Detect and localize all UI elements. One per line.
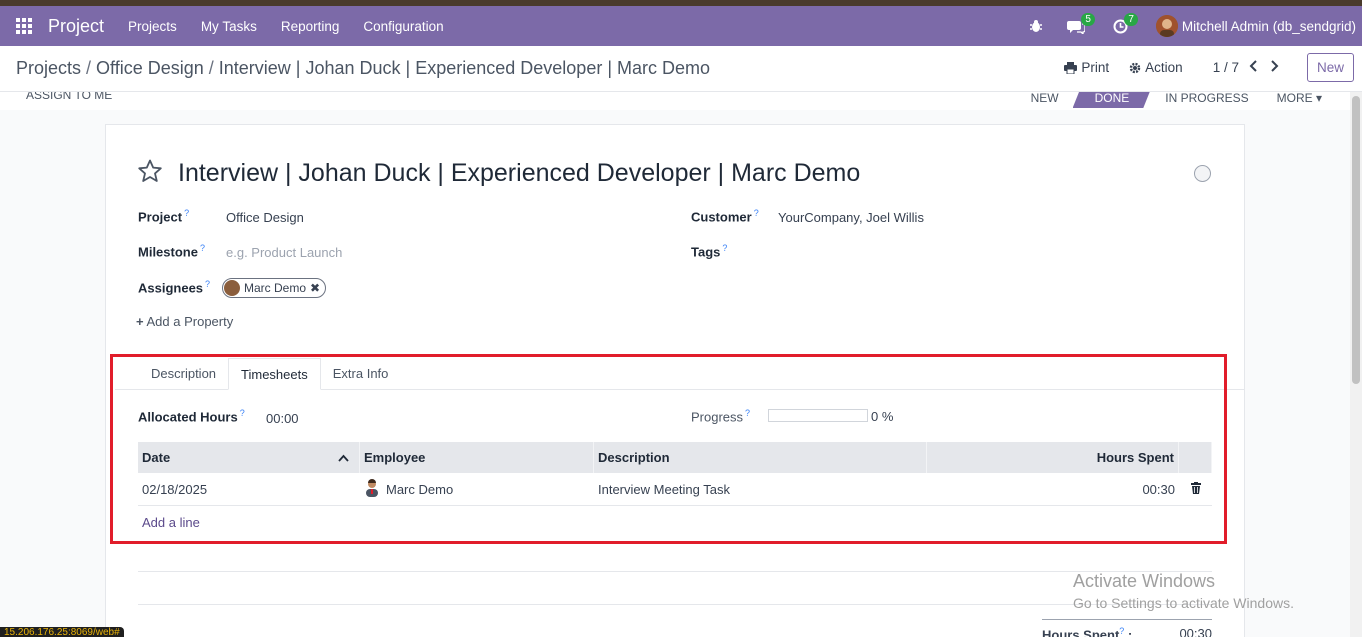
assignee-avatar	[224, 280, 240, 296]
stage-more[interactable]: MORE ▾	[1263, 92, 1336, 108]
pager-prev-chevron-icon[interactable]	[1249, 60, 1259, 75]
chat-count-badge: 5	[1081, 12, 1095, 26]
milestone-field[interactable]: e.g. Product Launch	[226, 245, 342, 260]
breadcrumb-current-task: Interview | Johan Duck | Experienced Dev…	[218, 58, 711, 78]
menu-my-tasks[interactable]: My Tasks	[201, 19, 257, 34]
highlight-box	[110, 354, 1227, 544]
apps-menu-icon[interactable]	[0, 6, 48, 46]
windows-activation-watermark: Activate Windows Go to Settings to activ…	[1073, 571, 1294, 611]
control-panel: Projects / Office Design / Interview | Johan…	[0, 46, 1362, 92]
task-title[interactable]: Interview | Johan Duck | Experienced Dev…	[178, 159, 860, 188]
status-url: 15.206.176.25:8069/web#	[0, 627, 124, 637]
user-menu[interactable]: Mitchell Admin (db_sendgrid)	[1155, 15, 1356, 37]
project-field[interactable]: Office Design	[226, 210, 304, 225]
print-button[interactable]: Print	[1064, 60, 1109, 75]
breadcrumb: Projects / Office Design / Interview | Johan…	[16, 58, 711, 78]
breadcrumb-projects[interactable]: Projects	[16, 58, 81, 78]
assignee-tag[interactable]: Marc Demo ✖	[222, 278, 327, 298]
page-scrollbar[interactable]	[1350, 92, 1362, 637]
pager-next-chevron-icon[interactable]	[1269, 60, 1279, 75]
stage-done[interactable]: DONE	[1073, 92, 1152, 108]
favorite-star-icon[interactable]	[137, 159, 163, 186]
chat-icon[interactable]: 5	[1066, 12, 1095, 34]
pager-value[interactable]: 1 / 7	[1213, 60, 1239, 75]
activity-clock-icon[interactable]: 7	[1113, 12, 1138, 34]
top-navbar: Project Projects My Tasks Reporting Conf…	[0, 6, 1362, 46]
user-name: Mitchell Admin (db_sendgrid)	[1181, 18, 1356, 34]
summary-value: 00:30	[1179, 626, 1212, 637]
stage-selector: NEW DONE IN PROGRESS MORE ▾	[1017, 92, 1336, 108]
action-button[interactable]: Action	[1129, 60, 1183, 75]
project-label: Project?	[138, 208, 190, 225]
task-state-circle[interactable]	[1194, 165, 1211, 182]
stage-in-progress[interactable]: IN PROGRESS	[1151, 92, 1262, 108]
printer-icon	[1064, 61, 1078, 74]
milestone-label: Milestone?	[138, 243, 205, 260]
status-bar: ASSIGN TO ME NEW DONE IN PROGRESS MORE ▾	[0, 92, 1350, 110]
menu-projects[interactable]: Projects	[128, 19, 177, 34]
customer-label: Customer?	[691, 208, 759, 225]
new-button[interactable]: New	[1306, 53, 1354, 82]
assign-to-me-button[interactable]: ASSIGN TO ME	[26, 92, 112, 102]
breadcrumb-project[interactable]: Office Design	[96, 58, 204, 78]
summary-label: Hours Spent	[1042, 627, 1120, 637]
add-property-button[interactable]: + Add a Property	[136, 314, 233, 329]
debug-bug-icon[interactable]	[1029, 19, 1043, 33]
app-brand[interactable]: Project	[48, 16, 104, 37]
activity-count-badge: 7	[1124, 12, 1138, 26]
menu-reporting[interactable]: Reporting	[281, 19, 340, 34]
remove-tag-close-icon[interactable]: ✖	[310, 281, 320, 295]
user-avatar	[1155, 15, 1178, 37]
assignees-label: Assignees?	[138, 279, 211, 296]
hours-spent-summary: Hours Spent? : 00:30	[1042, 619, 1212, 637]
gear-icon	[1129, 62, 1141, 73]
customer-field[interactable]: YourCompany, Joel Willis	[778, 210, 924, 225]
tags-label: Tags?	[691, 243, 728, 260]
stage-new[interactable]: NEW	[1017, 92, 1073, 108]
menu-configuration[interactable]: Configuration	[363, 19, 443, 34]
